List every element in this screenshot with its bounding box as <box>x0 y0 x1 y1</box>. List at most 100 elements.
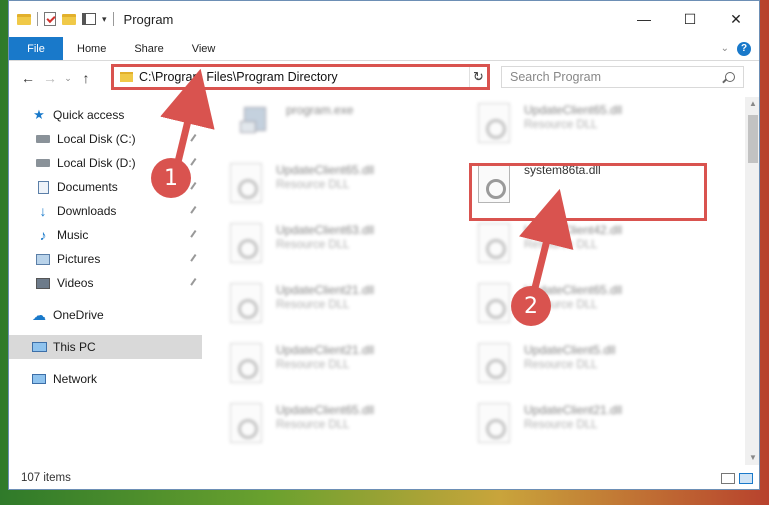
scroll-thumb[interactable] <box>748 115 758 163</box>
close-button[interactable]: ✕ <box>713 1 759 37</box>
file-item[interactable]: UpdateClient65.dll Resource DLL <box>478 103 708 159</box>
application-icon <box>240 103 276 147</box>
dll-file-icon <box>478 163 514 207</box>
address-bar[interactable]: C:\Program Files\Program Directory ⌄ <box>113 66 488 88</box>
sidebar-item-local-disk-c[interactable]: Local Disk (C:) <box>9 127 202 151</box>
details-view-icon[interactable] <box>721 472 735 484</box>
dll-file-icon <box>478 223 514 267</box>
file-type: Resource DLL <box>524 359 598 371</box>
dll-file-icon <box>230 403 266 447</box>
dll-file-icon <box>478 343 514 387</box>
downloads-icon: ↓ <box>39 203 47 219</box>
videos-icon <box>35 276 51 290</box>
expand-ribbon-chevron-icon[interactable]: ⌄ <box>721 43 729 54</box>
help-icon[interactable]: ? <box>737 41 751 56</box>
explorer-window: ▾ Program — ☐ ✕ File Home Share View ⌄ ?… <box>8 0 760 490</box>
file-type: Resource DLL <box>276 299 350 311</box>
file-type: Resource DLL <box>276 419 350 431</box>
tab-home[interactable]: Home <box>63 37 120 60</box>
maximize-button[interactable]: ☐ <box>667 1 713 37</box>
minimize-button[interactable]: — <box>621 1 667 37</box>
pin-icon[interactable] <box>190 254 200 264</box>
pin-icon[interactable] <box>190 206 200 216</box>
pin-icon[interactable] <box>190 278 200 288</box>
window-title: Program <box>123 11 174 27</box>
navigation-pane: ★ Quick access Local Disk (C:) Local Dis… <box>9 97 202 465</box>
file-name: UpdateClient21.dll <box>276 343 375 357</box>
file-name: UpdateClient21.dll <box>524 403 623 417</box>
tab-view[interactable]: View <box>178 37 230 60</box>
sidebar-item-network[interactable]: Network <box>9 367 202 391</box>
file-type: Resource DLL <box>524 239 598 251</box>
file-type: Resource DLL <box>524 119 598 131</box>
file-item[interactable]: UpdateClient63.dll Resource DLL <box>230 223 460 279</box>
drive-icon <box>35 156 51 170</box>
forward-button[interactable]: → <box>39 70 61 86</box>
file-item[interactable]: UpdateClient65.dll Resource DLL <box>230 163 460 219</box>
file-name: program.exe <box>286 103 354 117</box>
sidebar-item-onedrive[interactable]: ☁ OneDrive <box>9 303 202 327</box>
dll-file-icon <box>478 103 514 147</box>
pin-icon[interactable] <box>190 182 200 192</box>
address-row: ← → ⌄ ↑ C:\Program Files\Program Directo… <box>9 61 759 95</box>
search-input[interactable]: Search Program <box>501 66 744 88</box>
file-item[interactable]: UpdateClient5.dll Resource DLL <box>478 343 708 399</box>
sidebar-item-this-pc[interactable]: This PC <box>9 335 202 359</box>
title-divider <box>112 12 114 26</box>
folder-icon[interactable] <box>17 13 31 25</box>
file-item[interactable]: UpdateClient21.dll Resource DLL <box>230 283 460 339</box>
file-type: Resource DLL <box>524 419 598 431</box>
file-list: program.exe UpdateClient65.dll Resource D… <box>202 97 759 465</box>
sidebar-item-quick-access[interactable]: ★ Quick access <box>9 103 202 127</box>
sidebar-item-music[interactable]: ♪ Music <box>9 223 202 247</box>
large-icons-view-icon[interactable] <box>739 472 753 484</box>
file-item[interactable]: UpdateClient65.dll Resource DLL <box>230 403 460 459</box>
address-path[interactable]: C:\Program Files\Program Directory <box>139 70 338 84</box>
network-icon <box>31 372 47 386</box>
sidebar-item-videos[interactable]: Videos <box>9 271 202 295</box>
file-type: Resource DLL <box>276 179 350 191</box>
new-folder-icon[interactable] <box>62 13 76 25</box>
tab-share[interactable]: Share <box>120 37 177 60</box>
search-icon[interactable] <box>725 72 735 82</box>
file-type: Resource DLL <box>276 239 350 251</box>
sidebar-item-label: Local Disk (D:) <box>57 156 136 170</box>
file-item-target[interactable]: system86ta.dll <box>478 163 708 219</box>
status-bar: 107 items <box>9 467 759 489</box>
up-button[interactable]: ↑ <box>75 70 97 86</box>
file-item[interactable]: UpdateClient42.dll Resource DLL <box>478 223 708 279</box>
item-count: 107 items <box>21 472 71 484</box>
documents-icon <box>35 180 51 194</box>
dll-file-icon <box>230 223 266 267</box>
recent-locations-chevron-icon[interactable]: ⌄ <box>61 73 75 84</box>
dll-file-icon <box>478 283 514 327</box>
sidebar-item-downloads[interactable]: ↓ Downloads <box>9 199 202 223</box>
dll-file-icon <box>230 343 266 387</box>
sidebar-item-label: Videos <box>57 276 94 290</box>
pin-icon[interactable] <box>190 230 200 240</box>
ribbon-tabs: File Home Share View ⌄ ? <box>9 37 759 61</box>
callout-step-one: 1 <box>151 158 191 198</box>
pin-icon[interactable] <box>190 134 200 144</box>
scroll-up-icon[interactable]: ▲ <box>745 97 759 111</box>
folder-icon <box>120 72 133 82</box>
back-button[interactable]: ← <box>17 70 39 86</box>
file-item[interactable]: UpdateClient21.dll Resource DLL <box>478 403 708 459</box>
refresh-button[interactable]: ↻ <box>469 67 487 87</box>
view-options-icon[interactable] <box>82 13 96 25</box>
quick-access-toolbar: ▾ <box>9 12 107 26</box>
file-name: UpdateClient21.dll <box>276 283 375 297</box>
tab-file[interactable]: File <box>9 37 63 60</box>
title-bar: ▾ Program — ☐ ✕ <box>9 1 759 37</box>
pin-icon[interactable] <box>190 158 200 168</box>
file-item[interactable]: program.exe <box>240 103 470 159</box>
sidebar-item-pictures[interactable]: Pictures <box>9 247 202 271</box>
scroll-down-icon[interactable]: ▼ <box>745 451 759 465</box>
cloud-icon: ☁ <box>32 306 46 323</box>
sidebar-item-label: Quick access <box>53 108 125 122</box>
properties-check-icon[interactable] <box>44 12 56 26</box>
file-item[interactable]: UpdateClient21.dll Resource DLL <box>230 343 460 399</box>
sidebar-item-label: This PC <box>53 340 96 354</box>
customize-toolbar-chevron-icon[interactable]: ▾ <box>102 14 107 25</box>
vertical-scrollbar[interactable]: ▲ ▼ <box>745 97 759 465</box>
